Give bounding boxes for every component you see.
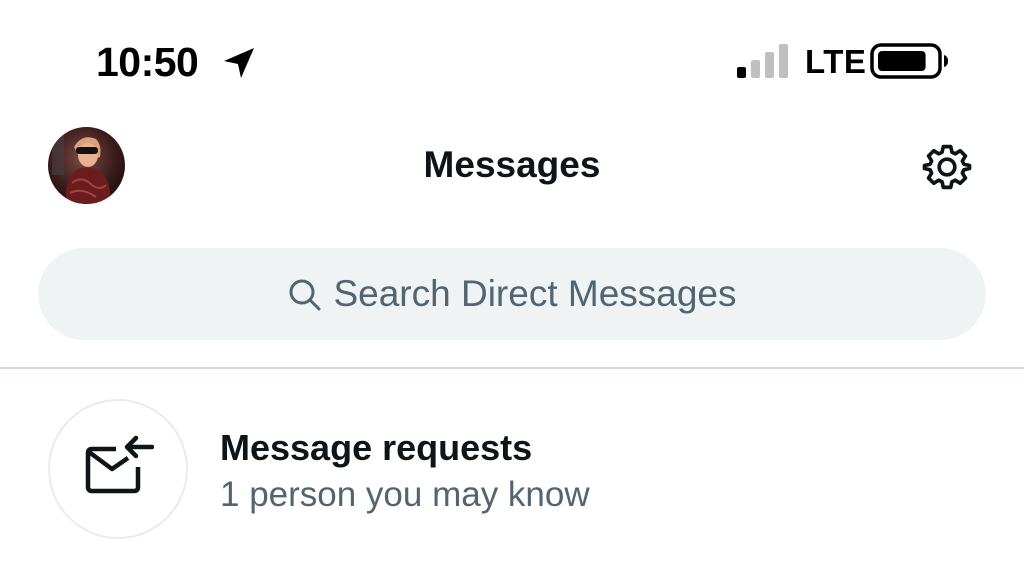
message-requests-icon-container [48, 399, 188, 539]
profile-avatar[interactable] [48, 127, 125, 204]
signal-bar-4 [779, 44, 788, 78]
avatar-image [48, 127, 125, 204]
messages-screen: 10:50 LTE Messages Search Direct Message… [0, 0, 1024, 568]
settings-button[interactable] [916, 139, 978, 195]
network-type: LTE [805, 43, 867, 80]
battery-icon [870, 43, 948, 79]
battery-fill [878, 51, 926, 71]
gear-icon [922, 144, 972, 190]
signal-strength-icon [737, 44, 788, 78]
search-placeholder: Search Direct Messages [333, 273, 737, 314]
search-icon [289, 279, 321, 311]
search-input[interactable]: Search Direct Messages [38, 248, 986, 340]
message-requests-subtitle: 1 person you may know [220, 475, 590, 514]
signal-bar-3 [765, 52, 774, 78]
envelope-arrow-icon [85, 435, 154, 494]
message-requests-title: Message requests [220, 427, 533, 468]
location-arrow-icon [224, 48, 254, 78]
divider [0, 367, 1024, 369]
status-time: 10:50 [96, 39, 199, 85]
signal-bar-2 [751, 60, 760, 78]
page-title: Messages [423, 144, 601, 185]
signal-bar-1 [737, 67, 746, 78]
message-requests-row[interactable]: Message requests 1 person you may know [0, 370, 1024, 568]
